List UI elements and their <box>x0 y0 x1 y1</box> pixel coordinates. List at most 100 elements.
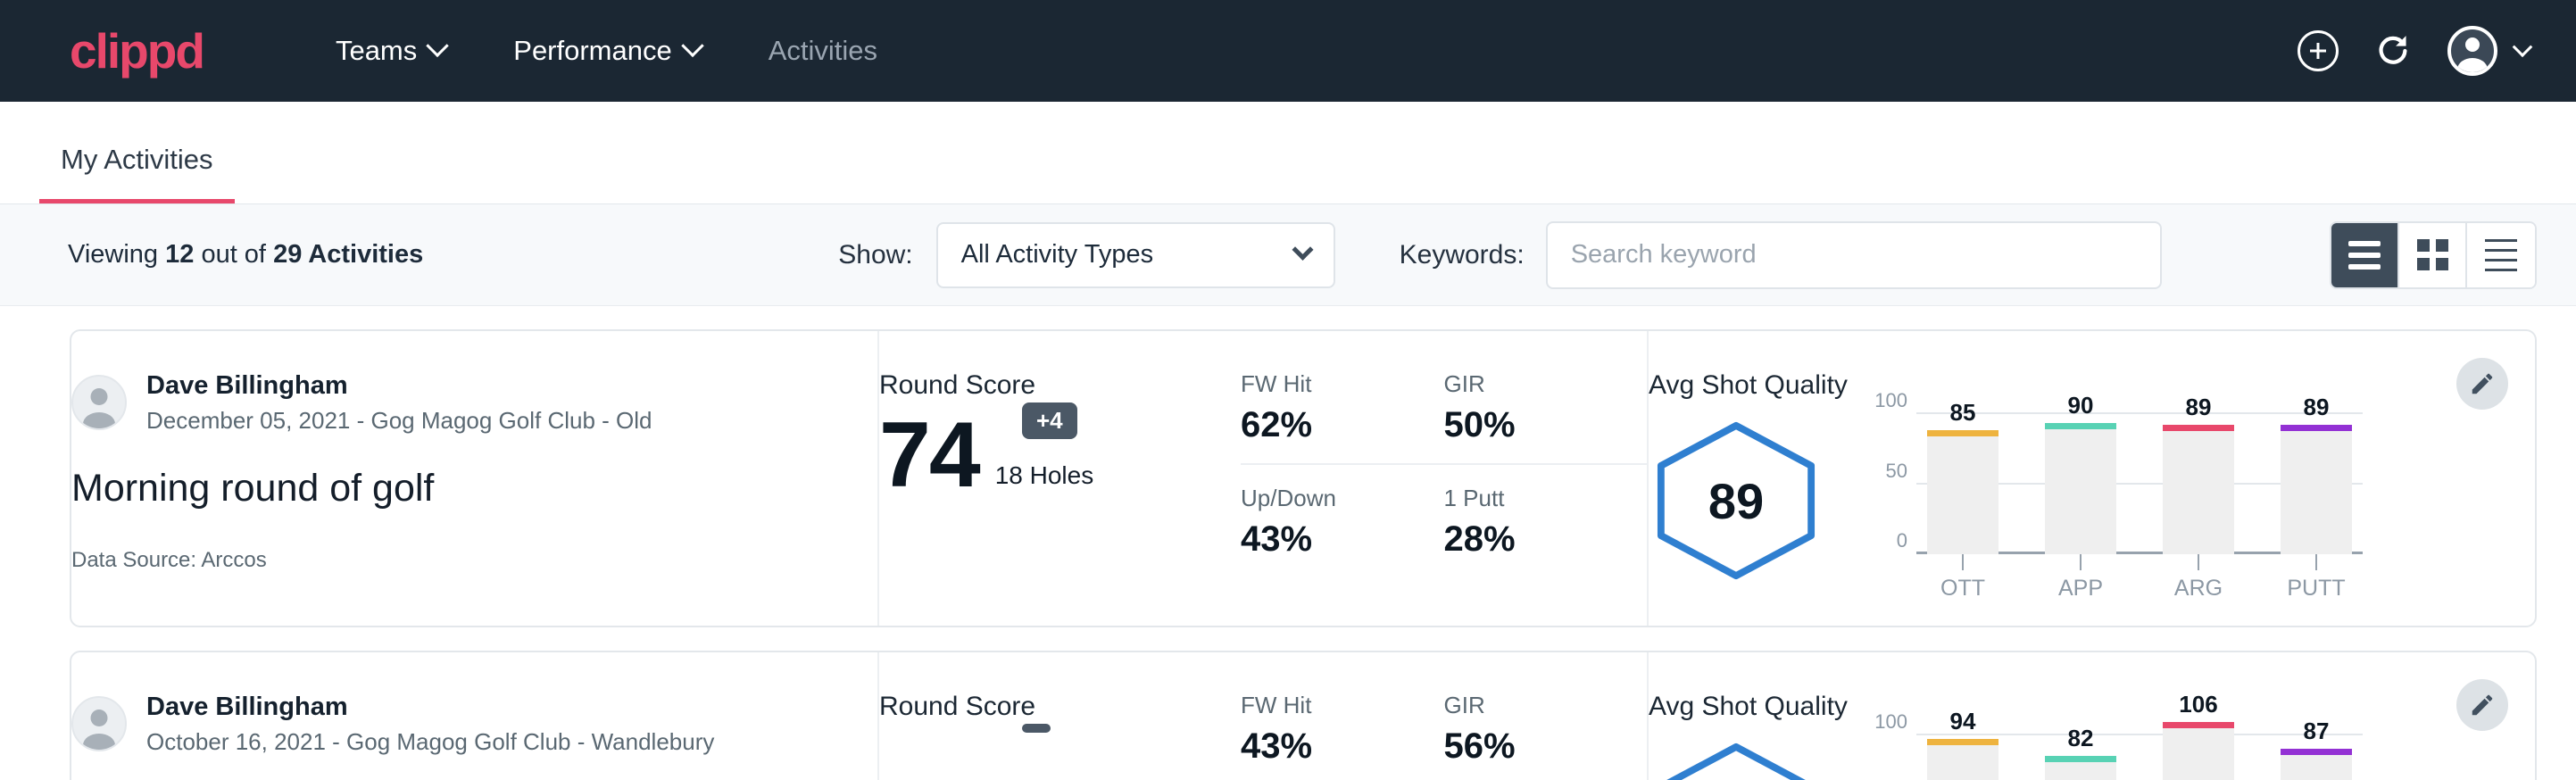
nav-item-activities-label: Activities <box>769 35 877 67</box>
stat-value: 43% <box>1241 519 1412 560</box>
chart-bar-body: 106 <box>2163 727 2234 780</box>
round-score-value-row: 74 +4 18 Holes <box>879 413 1241 499</box>
activity-title: Morning round of golf <box>71 467 877 510</box>
chart-bar: 87 <box>2281 715 2352 780</box>
chevron-down-icon <box>427 35 449 57</box>
person-row: Dave Billingham December 05, 2021 - Gog … <box>71 370 877 435</box>
list-view-button[interactable] <box>2331 223 2399 287</box>
chart-bar-body: 94 <box>1927 744 1998 780</box>
chart-bar-body: 90 <box>2045 428 2116 554</box>
viewing-count: 12 <box>165 240 194 269</box>
chart-x-labels: OTTAPPARGPUTT <box>1916 576 2363 602</box>
chevron-down-icon <box>2513 37 2533 57</box>
quality-hexagon <box>1649 742 1824 780</box>
nav-item-performance-label: Performance <box>513 35 671 67</box>
chart-y-tick-label: 100 <box>1874 389 1907 412</box>
stat-label: 1 Putt <box>1444 485 1616 512</box>
chart-x-tick <box>1927 554 1998 572</box>
chart-bar-cap <box>2045 423 2116 429</box>
pencil-icon <box>2469 692 2496 718</box>
chart-bar-cap <box>2281 749 2352 755</box>
stat-label: Up/Down <box>1241 485 1412 512</box>
chart-bar-body: 89 <box>2281 430 2352 554</box>
shot-quality-chart: 050100948210687OTTAPPARGPUTT <box>1916 692 2535 780</box>
activities-list: Dave Billingham December 05, 2021 - Gog … <box>0 306 2576 780</box>
chart-x-tick-label: ARG <box>2163 576 2234 602</box>
score-delta-badge <box>1022 724 1051 733</box>
stat-gir: GIR 56% <box>1444 692 1648 780</box>
chart-bar-cap <box>1927 739 1998 745</box>
chart-bar-value: 89 <box>2281 394 2352 421</box>
filter-bar: Viewing 12 out of 29 Activities Show: Al… <box>0 204 2576 306</box>
stat-value: 56% <box>1444 726 1616 767</box>
stat-label: GIR <box>1444 370 1616 398</box>
pencil-icon <box>2469 370 2496 397</box>
navbar-actions <box>2298 26 2530 76</box>
chart-y-tick-label: 0 <box>1897 529 1907 552</box>
avatar <box>71 696 127 751</box>
show-filter-group: Show: All Activity Types <box>838 222 1334 288</box>
refresh-icon[interactable] <box>2372 30 2414 71</box>
score-delta-badge: +4 <box>1022 402 1077 439</box>
chart-bar-body: 89 <box>2163 430 2234 554</box>
compact-view-button[interactable] <box>2467 223 2535 287</box>
stat-label: FW Hit <box>1241 370 1412 398</box>
chart-x-tick-label: APP <box>2045 576 2116 602</box>
clippd-logo[interactable]: clippd <box>70 27 204 76</box>
activity-card[interactable]: Dave Billingham October 16, 2021 - Gog M… <box>70 651 2537 780</box>
quality-hexagon: 89 <box>1649 420 1824 581</box>
add-circle-icon[interactable] <box>2298 30 2339 71</box>
tab-my-activities[interactable]: My Activities <box>39 144 235 203</box>
activity-type-select-value: All Activity Types <box>961 240 1295 270</box>
show-label: Show: <box>838 240 912 270</box>
chart-bar: 106 <box>2163 715 2234 780</box>
shot-quality-chart: 05010085908989OTTAPPARGPUTT <box>1916 370 2535 586</box>
chart-bar-value: 94 <box>1927 708 1998 735</box>
edit-activity-button[interactable] <box>2456 679 2508 731</box>
chart-bar: 90 <box>2045 394 2116 554</box>
list-view-icon <box>2348 241 2381 270</box>
edit-activity-button[interactable] <box>2456 358 2508 410</box>
grid-view-button[interactable] <box>2399 223 2467 287</box>
chart-bar: 89 <box>2163 394 2234 554</box>
activity-type-select[interactable]: All Activity Types <box>936 222 1335 288</box>
compact-view-icon <box>2485 239 2517 271</box>
stat-label: GIR <box>1444 692 1616 719</box>
tab-bar: My Activities <box>0 102 2576 204</box>
nav-item-activities[interactable]: Activities <box>735 35 911 67</box>
chart-y-tick-label: 100 <box>1874 710 1907 734</box>
data-source-label: Data Source: Arccos <box>71 548 877 573</box>
search-input[interactable] <box>1546 221 2162 289</box>
avatar <box>71 375 127 430</box>
user-menu[interactable] <box>2447 26 2530 76</box>
stat-gir: GIR 50% <box>1444 370 1648 465</box>
chevron-down-icon <box>681 35 703 57</box>
stat-one-putt: 1 Putt 28% <box>1444 485 1648 560</box>
chart-bar-cap <box>2281 425 2352 431</box>
stat-value: 50% <box>1444 405 1616 445</box>
stat-value: 43% <box>1241 726 1412 767</box>
keywords-filter-group: Keywords: <box>1400 221 2162 289</box>
stat-value: 28% <box>1444 519 1616 560</box>
chart-x-tick-label: PUTT <box>2281 576 2352 602</box>
viewing-prefix: Viewing <box>68 240 158 269</box>
chart-x-tick <box>2045 554 2116 572</box>
activity-card[interactable]: Dave Billingham December 05, 2021 - Gog … <box>70 329 2537 627</box>
chart-bar-value: 85 <box>1927 399 1998 427</box>
avg-shot-quality-section: Avg Shot Quality 050100948210687OTTAPPAR… <box>1647 652 2535 780</box>
nav-item-performance[interactable]: Performance <box>479 35 734 67</box>
avg-shot-quality-section: Avg Shot Quality 89 05010085908989OTTAPP… <box>1647 331 2535 626</box>
chevron-down-icon <box>1292 239 1313 261</box>
chart-x-tick <box>2281 554 2352 572</box>
stat-value: 62% <box>1241 405 1412 445</box>
chart-bar-body: 85 <box>1927 436 1998 554</box>
chart-bar-cap <box>2163 722 2234 728</box>
chart-bar-value: 87 <box>2281 718 2352 745</box>
stat-fw-hit: FW Hit 62% <box>1241 370 1444 465</box>
nav-item-teams[interactable]: Teams <box>302 35 479 67</box>
person-name: Dave Billingham <box>146 692 714 723</box>
viewing-count-text: Viewing 12 out of 29 Activities <box>68 240 423 270</box>
round-score-label: Round Score <box>879 692 1241 722</box>
quality-value <box>1649 742 1824 780</box>
keywords-label: Keywords: <box>1400 240 1525 270</box>
